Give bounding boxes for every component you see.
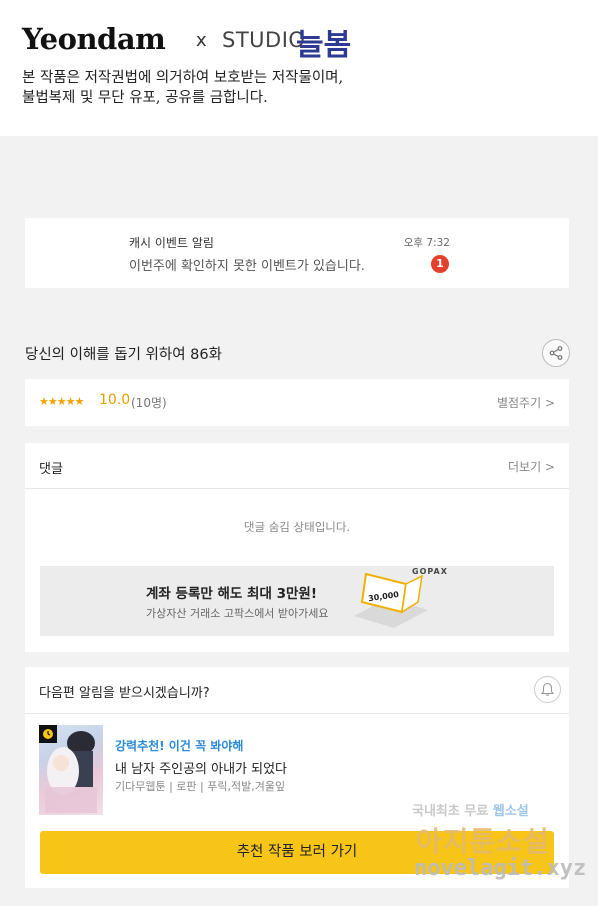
comments-card: 댓글 더보기 > 댓글 숨김 상태입니다. 계좌 등록만 해도 최대 3만원! … [25,443,569,652]
notification-title: 캐시 이벤트 알림 [129,236,214,250]
studio-korean-logo: 늘봄 [296,28,352,63]
notify-bell-button[interactable] [534,676,561,703]
cash-event-notification[interactable]: 캐시 이벤트 알림 이번주에 확인하지 못한 이벤트가 있습니다. 오후 7:3… [25,218,569,288]
rating-stars: ★★★★★ [39,395,84,408]
wait-free-badge [39,725,57,743]
notification-time: 오후 7:32 [403,237,450,249]
divider [25,713,569,714]
bell-icon [540,682,555,696]
recommendation-tag: 강력추천! 이건 꼭 봐야해 [115,739,244,753]
share-icon [549,346,563,360]
copyright-notice: 본 작품은 저작권법에 의거하여 보호받는 저작물이며, 불법복제 및 무단 유… [22,68,582,108]
rating-count: (10명) [131,396,167,410]
recommended-work-thumbnail[interactable] [39,725,103,815]
comments-more-link[interactable]: 더보기 > [508,458,555,475]
share-button[interactable] [542,339,570,367]
cash-card-illustration: 30,000 [354,572,428,628]
notify-question: 다음편 알림을 받으시겠습니까? [39,686,210,701]
rating-score: 10.0 [99,392,131,408]
page-header: Yeondam x STUDIO 늘봄 본 작품은 저작권법에 의거하여 보호받… [0,0,598,136]
copyright-line-1: 본 작품은 저작권법에 의거하여 보호받는 저작물이며, [22,70,344,86]
logo-separator: x [196,30,207,51]
watermark-line-1: 국내최초 무료 웹소설 [412,800,529,819]
rating-card: ★★★★★ 10.0 (10명) 별점주기 > [25,379,569,426]
watermark-line-1-b: 웹소설 [492,804,529,819]
ad-title: 계좌 등록만 해도 최대 3만원! [146,586,317,602]
recommendation-title[interactable]: 내 남자 주인공의 아내가 되었다 [115,758,287,777]
rate-button[interactable]: 별점주기 > [497,394,555,411]
episode-title: 당신의 이해를 돕기 위하여 86화 [25,347,222,363]
comments-header: 댓글 [39,462,63,477]
notification-badge: 1 [431,255,449,273]
ad-subtitle: 가상자산 거래소 고팍스에서 받아가세요 [146,607,329,620]
watermark-line-2: 아지툰소설 [416,825,550,858]
recommendation-meta: 기다무웹툰 | 로판 | 푸릭,적발,겨울잎 [115,780,286,793]
studio-logo: STUDIO [222,28,306,52]
comments-hidden-message: 댓글 숨김 상태입니다. [243,520,351,534]
yeondam-logo: Yeondam [22,22,166,56]
notification-message: 이번주에 확인하지 못한 이벤트가 있습니다. [129,259,365,274]
watermark-line-1-a: 국내최초 무료 [412,804,493,819]
gopax-ad-banner[interactable]: 계좌 등록만 해도 최대 3만원! 가상자산 거래소 고팍스에서 받아가세요 G… [40,566,554,636]
clock-icon [43,729,53,739]
divider [25,488,569,489]
site-watermark: 국내최초 무료 웹소설 아지툰소설 novelagit.xyz [412,800,598,906]
watermark-line-3: novelagit.xyz [414,856,587,881]
copyright-line-2: 불법복제 및 무단 유포, 공유를 금합니다. [22,90,268,106]
